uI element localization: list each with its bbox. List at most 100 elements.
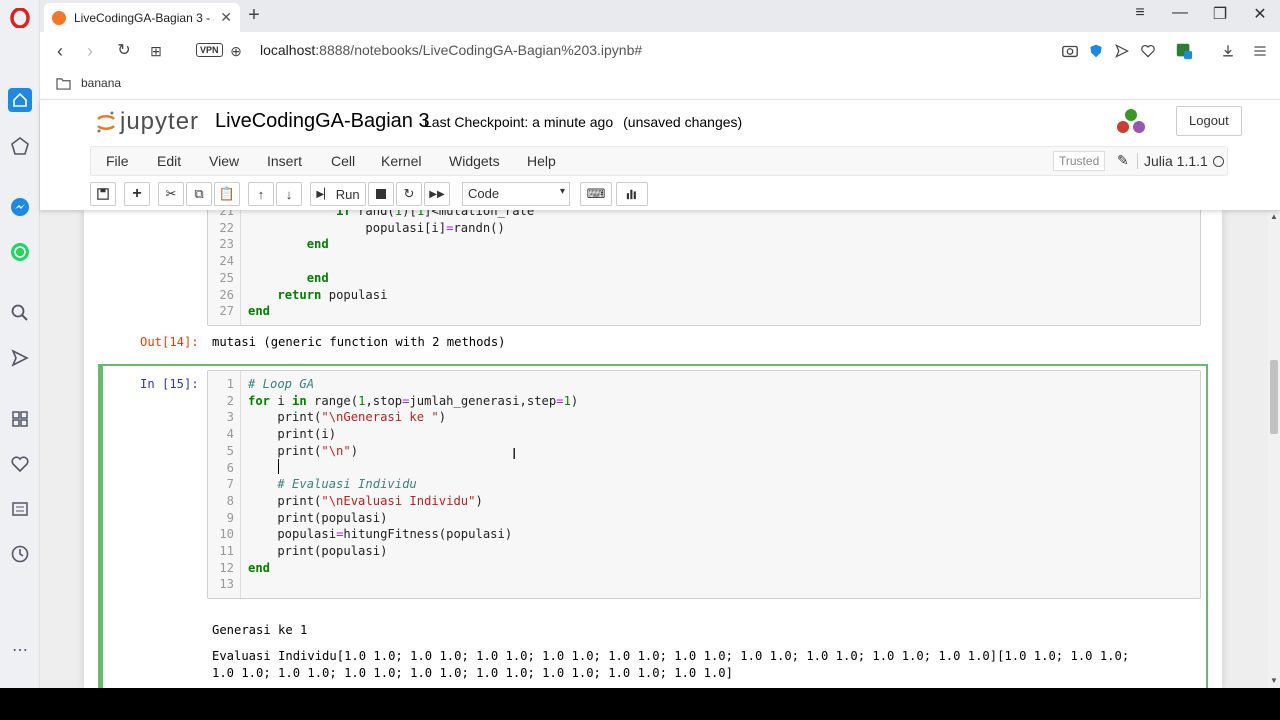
restart-button[interactable]: ↻ (396, 182, 422, 206)
search-icon[interactable] (8, 301, 32, 325)
news-icon[interactable] (8, 497, 32, 521)
notebook-name[interactable]: LiveCodingGA-Bagian 3 (215, 110, 430, 133)
grid-icon[interactable] (8, 407, 32, 431)
history-icon[interactable] (8, 542, 32, 566)
camera-icon[interactable] (1060, 41, 1080, 61)
logout-button[interactable]: Logout (1176, 106, 1242, 136)
extension-icon[interactable] (1174, 41, 1194, 61)
code-text: for i in range(1,stop=jumlah_generasi,st… (248, 393, 579, 408)
trusted-badge[interactable]: Trusted (1053, 151, 1106, 171)
kernel-name[interactable]: Julia 1.1.1 (1137, 153, 1208, 169)
menu-file[interactable]: File (106, 153, 129, 169)
cell-type-value: Code (468, 186, 500, 201)
tabs-grid-icon[interactable]: ⊞ (144, 40, 168, 62)
stop-icon (376, 189, 386, 199)
scrollbar-thumb[interactable] (1270, 360, 1278, 434)
tab-menu-icon[interactable]: ≡ (1128, 4, 1152, 22)
browser-tab[interactable]: LiveCodingGA-Bagian 3 - J ✕ (44, 3, 240, 32)
line-number: 21 (219, 210, 234, 218)
prev-cell-editor[interactable]: 21 if rand(1)[1]<mutation_rate 22 populas… (207, 210, 1201, 326)
url-field[interactable]: localhost:8888/notebooks/LiveCodingGA-Ba… (260, 42, 642, 58)
save-button[interactable] (90, 182, 116, 206)
download-icon[interactable] (1218, 41, 1238, 61)
move-up-button[interactable]: ↑ (248, 182, 274, 206)
opera-sidebar: ⋯ (0, 0, 40, 688)
menu-widgets[interactable]: Widgets (449, 153, 500, 169)
code-text: print("\nEvaluasi Individu") (248, 493, 483, 508)
line-number: 12 (219, 560, 234, 575)
address-bar: ‹ › ↻ ⊞ VPN ⊕ localhost:8888/notebooks/L… (40, 32, 1280, 70)
code-text: # Evaluasi Individu (248, 477, 417, 492)
shield-icon[interactable] (1086, 41, 1106, 61)
code-text: populasi=hitungFitness(populasi) (248, 527, 513, 542)
taskbar-area (0, 688, 1280, 720)
vpn-badge[interactable]: VPN (196, 43, 223, 57)
bookmark-folder[interactable]: banana (56, 76, 121, 90)
cell-type-select[interactable]: Code ▾ (462, 182, 570, 206)
menu-bar: File Edit View Insert Cell Kernel Widget… (90, 146, 1228, 176)
bar-chart-icon (626, 189, 636, 200)
insert-cell-button[interactable]: + (124, 182, 150, 206)
code-text: # Loop GA (248, 377, 315, 391)
code-text: end (306, 270, 329, 285)
page-scrollbar[interactable]: ▲ ▼ (1268, 210, 1280, 688)
text-cursor (278, 459, 279, 474)
restart-run-all-button[interactable]: ▶▶ (424, 182, 450, 206)
menu-view[interactable]: View (209, 153, 239, 169)
whatsapp-icon[interactable] (8, 240, 32, 264)
jupyter-logo[interactable]: jupyter (96, 108, 199, 136)
chart-button[interactable] (616, 182, 648, 206)
output-line: Evaluasi Individu[1.0 1.0; 1.0 1.0; 1.0 … (212, 649, 1130, 663)
share-icon[interactable] (1112, 41, 1132, 61)
interrupt-button[interactable] (368, 182, 394, 206)
reload-button[interactable]: ↻ (112, 40, 136, 62)
menu-kernel[interactable]: Kernel (381, 153, 421, 169)
edit-pencil-icon[interactable]: ✎ (1117, 152, 1129, 169)
cut-button[interactable]: ✂ (158, 182, 184, 206)
checkpoint-status: Last Checkpoint: a minute ago (unsaved ch… (424, 114, 742, 130)
line-number: 1 (226, 377, 234, 391)
paste-button[interactable]: 📋 (214, 182, 240, 206)
heart-icon[interactable] (8, 452, 32, 476)
run-label: Run (335, 186, 360, 202)
more-icon[interactable]: ⋯ (8, 638, 32, 662)
menu-edit[interactable]: Edit (157, 153, 181, 169)
maximize-button[interactable]: ❐ (1208, 4, 1232, 24)
code-text: print(populasi) (248, 544, 388, 558)
site-info-icon[interactable]: ⊕ (224, 40, 248, 62)
command-palette-button[interactable]: ⌨ (580, 182, 612, 206)
close-window-button[interactable]: ✕ (1248, 4, 1272, 24)
send-icon[interactable] (8, 346, 32, 370)
code-text: end (248, 560, 271, 575)
menu-insert[interactable]: Insert (267, 153, 302, 169)
menu-help[interactable]: Help (527, 153, 556, 169)
opera-logo-icon[interactable] (8, 6, 32, 30)
code-text: print("\nGenerasi ke ") (248, 410, 447, 425)
minimize-button[interactable]: — (1168, 4, 1192, 22)
back-button[interactable]: ‹ (48, 40, 72, 62)
speed-dial-icon[interactable] (8, 134, 32, 158)
jupyter-logo-text: jupyter (120, 108, 200, 135)
line-number: 7 (226, 477, 234, 492)
line-number: 22 (219, 220, 234, 235)
new-tab-button[interactable]: + (242, 4, 266, 27)
run-button[interactable]: ▶▏ Run (310, 182, 366, 206)
code-text: print(i) (248, 427, 337, 442)
easy-setup-icon[interactable] (1250, 41, 1270, 61)
output-line: Generasi ke 1 (212, 623, 308, 637)
move-down-button[interactable]: ↓ (276, 182, 302, 206)
copy-button[interactable]: ⧉ (186, 182, 212, 206)
menu-cell[interactable]: Cell (331, 153, 355, 169)
forward-button[interactable]: › (78, 40, 102, 62)
notebook-toolbar: + ✂ ⧉ 📋 ↑ ↓ ▶▏ Run ↻ ▶▶ Code ▾ ⌨ (90, 180, 790, 208)
jupyter-header: jupyter LiveCodingGA-Bagian 3 Last Check… (40, 100, 1280, 210)
scroll-down-arrow-icon[interactable]: ▼ (1270, 676, 1278, 685)
close-tab-icon[interactable]: ✕ (220, 9, 232, 26)
scroll-up-arrow-icon[interactable]: ▲ (1270, 212, 1278, 221)
line-number: 2 (226, 393, 234, 408)
cell-15-editor[interactable]: 1 # Loop GA 2 for i in range(1,stop=jumlah_… (207, 370, 1201, 599)
messenger-icon[interactable] (8, 195, 32, 219)
tab-title: LiveCodingGA-Bagian 3 - J (74, 10, 215, 25)
home-icon[interactable] (8, 88, 32, 112)
bookmark-heart-icon[interactable] (1138, 41, 1158, 61)
